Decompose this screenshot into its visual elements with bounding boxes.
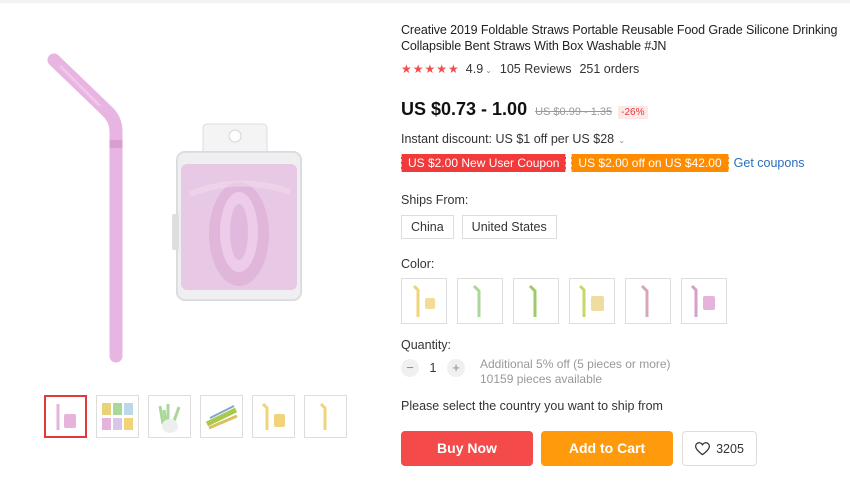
color-swatch-green[interactable] — [457, 278, 503, 324]
instant-discount[interactable]: Instant discount: US $1 off per US $28 ⌄ — [401, 132, 846, 148]
chevron-down-icon: ⌄ — [485, 66, 492, 75]
rating-stars-icon: ★★★★★ — [401, 62, 460, 76]
quantity-decrease-button[interactable]: − — [401, 359, 419, 377]
quantity-increase-button[interactable]: + — [447, 359, 465, 377]
ships-from-options: China United States — [401, 215, 846, 239]
color-swatch-pink-box[interactable] — [681, 278, 727, 324]
thumbnail-1[interactable] — [44, 395, 87, 438]
rating-number: 4.9 — [465, 62, 484, 76]
action-buttons: Buy Now Add to Cart 3205 — [401, 431, 846, 466]
heart-icon — [695, 441, 711, 455]
color-swatch-yellow-box[interactable] — [401, 278, 447, 324]
quantity-input[interactable]: 1 — [419, 361, 447, 375]
thumbnail-4[interactable] — [200, 395, 243, 438]
quantity-label: Quantity: — [401, 338, 452, 352]
color-options — [401, 278, 846, 324]
thumbnail-3[interactable] — [148, 395, 191, 438]
bulk-discount-note: Additional 5% off (5 pieces or more) — [480, 357, 671, 371]
ship-option-china[interactable]: China — [401, 215, 454, 239]
ship-option-united-states[interactable]: United States — [461, 215, 557, 239]
original-price: US $0.99 - 1.35 — [535, 106, 613, 118]
instant-discount-text: Instant discount: US $1 off per US $28 — [401, 132, 615, 146]
buy-now-button[interactable]: Buy Now — [401, 431, 533, 466]
product-title: Creative 2019 Foldable Straws Portable R… — [401, 23, 838, 53]
thumbnail-5[interactable] — [252, 395, 295, 438]
current-price: US $0.73 - 1.00 — [401, 99, 528, 119]
orders-count: 251 orders — [579, 62, 640, 76]
ships-from-label: Ships From: — [401, 193, 469, 207]
wishlist-count: 3205 — [716, 441, 744, 456]
color-label: Color: — [401, 257, 435, 271]
quantity-stepper: − 1 + — [401, 359, 465, 377]
main-product-image[interactable] — [40, 24, 350, 384]
store-coupon[interactable]: US $2.00 off on US $42.00 — [571, 154, 729, 172]
rating-value[interactable]: 4.9 ⌄ — [466, 62, 492, 76]
chevron-down-icon: ⌄ — [616, 136, 626, 145]
product-info: Creative 2019 Foldable Straws Portable R… — [401, 22, 846, 466]
reviews-link[interactable]: 105 Reviews — [500, 62, 572, 76]
color-swatch-lime[interactable] — [513, 278, 559, 324]
wishlist-button[interactable]: 3205 — [682, 431, 757, 466]
rating-row: ★★★★★ 4.9 ⌄ 105 Reviews 251 orders — [401, 61, 846, 77]
coupon-row: US $2.00 New User Coupon US $2.00 off on… — [401, 154, 846, 172]
quantity-row: − 1 + Additional 5% off (5 pieces or mor… — [401, 357, 846, 387]
color-swatch-yellow-green-box[interactable] — [569, 278, 615, 324]
stock-available: 10159 pieces available — [480, 372, 603, 386]
get-coupons-link[interactable]: Get coupons — [734, 156, 805, 170]
discount-badge: -26% — [618, 106, 648, 119]
thumbnail-2[interactable] — [96, 395, 139, 438]
quantity-notes: Additional 5% off (5 pieces or more) 101… — [480, 357, 671, 387]
thumbnail-strip — [44, 395, 347, 438]
top-divider — [0, 0, 850, 3]
add-to-cart-button[interactable]: Add to Cart — [541, 431, 673, 466]
new-user-coupon[interactable]: US $2.00 New User Coupon — [401, 154, 567, 172]
ship-country-prompt: Please select the country you want to sh… — [401, 399, 663, 413]
thumbnail-6[interactable] — [304, 395, 347, 438]
price-row: US $0.73 - 1.00 US $0.99 - 1.35 -26% — [401, 99, 846, 121]
color-swatch-grey[interactable] — [625, 278, 671, 324]
